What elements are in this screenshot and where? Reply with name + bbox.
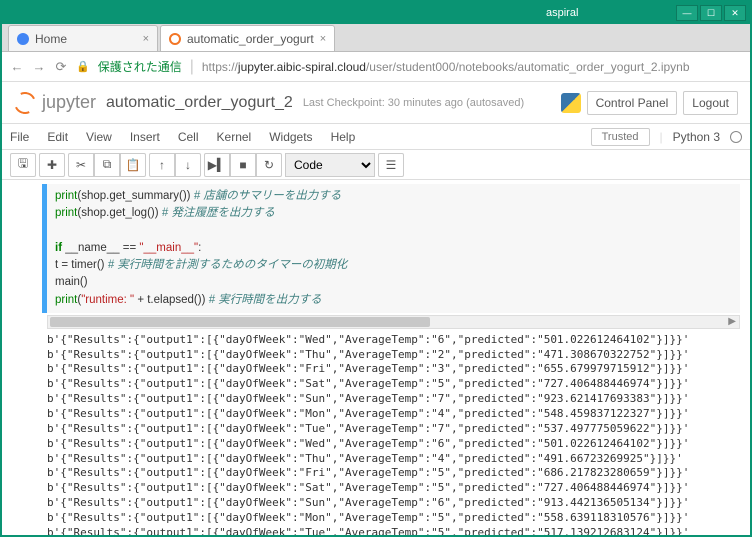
maximize-button[interactable]: ☐	[700, 5, 722, 21]
browser-tabs: Home × automatic_order_yogurt ×	[2, 24, 750, 52]
address-bar: ← → ⟳ 🔒 保護された通信 | https://jupyter.aibic-…	[2, 52, 750, 82]
move-up-button[interactable]: ↑	[149, 153, 175, 177]
menu-bar: File Edit View Insert Cell Kernel Widget…	[2, 124, 750, 150]
notebook-header: jupyter automatic_order_yogurt_2 Last Ch…	[2, 82, 750, 124]
menu-insert[interactable]: Insert	[130, 130, 160, 144]
tab-label: Home	[35, 32, 67, 46]
kernel-name[interactable]: Python 3	[673, 130, 720, 144]
scrollbar-thumb[interactable]	[50, 317, 430, 327]
menu-view[interactable]: View	[86, 130, 112, 144]
forward-icon[interactable]: →	[32, 59, 46, 74]
control-panel-button[interactable]: Control Panel	[587, 91, 678, 115]
python-icon	[561, 93, 581, 113]
menu-widgets[interactable]: Widgets	[269, 130, 312, 144]
cell-output: b'{"Results":{"output1":[{"dayOfWeek":"W…	[47, 333, 740, 535]
jupyter-text: jupyter	[42, 92, 96, 113]
menu-cell[interactable]: Cell	[178, 130, 199, 144]
logout-button[interactable]: Logout	[683, 91, 738, 115]
trusted-badge[interactable]: Trusted	[591, 128, 650, 146]
close-icon[interactable]: ×	[143, 33, 149, 45]
secure-label: 保護された通信	[98, 58, 182, 75]
save-button[interactable]: 🖫	[10, 153, 36, 177]
tab-notebook[interactable]: automatic_order_yogurt ×	[160, 25, 335, 51]
menu-help[interactable]: Help	[331, 130, 356, 144]
jupyter-logo[interactable]: jupyter	[14, 92, 96, 114]
cell-type-select[interactable]: Code	[285, 153, 375, 177]
tab-label: automatic_order_yogurt	[187, 32, 314, 46]
url-field[interactable]: https://jupyter.aibic-spiral.cloud/user/…	[202, 60, 742, 74]
move-down-button[interactable]: ↓	[175, 153, 201, 177]
menu-edit[interactable]: Edit	[47, 130, 68, 144]
back-icon[interactable]: ←	[10, 59, 24, 74]
reload-icon[interactable]: ⟳	[54, 59, 68, 75]
copy-button[interactable]: ⧉	[94, 153, 120, 177]
notebook-area: print(shop.get_summary()) # 店舗のサマリーを出力する…	[2, 180, 750, 535]
tab-home[interactable]: Home ×	[8, 25, 158, 51]
home-icon	[17, 33, 29, 45]
checkpoint-label: Last Checkpoint: 30 minutes ago (autosav…	[303, 97, 524, 109]
jupyter-icon	[169, 33, 181, 45]
menu-file[interactable]: File	[10, 130, 29, 144]
stop-button[interactable]: ■	[230, 153, 256, 177]
command-palette-button[interactable]: ☰	[378, 153, 404, 177]
jupyter-mark-icon	[11, 88, 39, 116]
window-titlebar: aspiral — ☐ ✕	[2, 2, 750, 24]
horizontal-scrollbar[interactable]: ▶	[47, 315, 740, 329]
add-cell-button[interactable]: ✚	[39, 153, 65, 177]
user-label: aspiral	[546, 7, 578, 19]
minimize-button[interactable]: —	[676, 5, 698, 21]
cut-button[interactable]: ✂	[68, 153, 94, 177]
kernel-status-icon	[730, 131, 742, 143]
restart-button[interactable]: ↻	[256, 153, 282, 177]
notebook-name[interactable]: automatic_order_yogurt_2	[106, 94, 293, 112]
lock-icon: 🔒	[76, 60, 90, 73]
paste-button[interactable]: 📋	[120, 153, 146, 177]
code-cell[interactable]: print(shop.get_summary()) # 店舗のサマリーを出力する…	[42, 184, 740, 313]
close-button[interactable]: ✕	[724, 5, 746, 21]
close-icon[interactable]: ×	[320, 33, 326, 45]
toolbar: 🖫 ✚ ✂ ⧉ 📋 ↑ ↓ ▶▍ ■ ↻ Code ☰	[2, 150, 750, 180]
menu-kernel[interactable]: Kernel	[217, 130, 252, 144]
run-button[interactable]: ▶▍	[204, 153, 230, 177]
chevron-right-icon[interactable]: ▶	[725, 316, 739, 327]
